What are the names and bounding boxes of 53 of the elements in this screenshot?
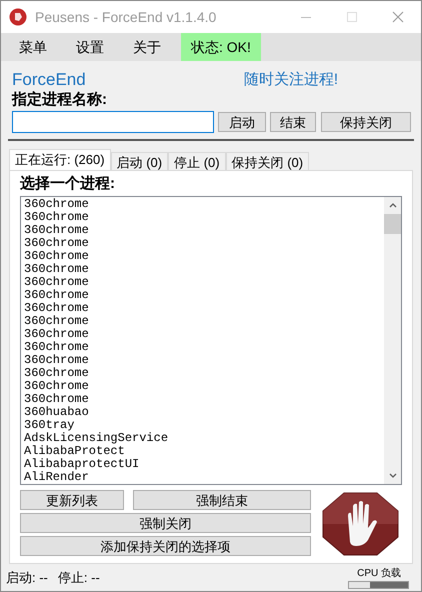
process-item[interactable]: 360chrome <box>24 198 384 211</box>
process-item[interactable]: 360chrome <box>24 315 384 328</box>
force-close-button[interactable]: 强制关闭 <box>20 513 311 533</box>
menu-item[interactable]: 菜单 <box>10 36 56 58</box>
app-icon <box>9 8 27 26</box>
process-item[interactable]: 360chrome <box>24 393 384 406</box>
process-item[interactable]: 360chrome <box>24 250 384 263</box>
menu-item[interactable]: 设置 <box>67 36 113 58</box>
status-chip: 状态: OK! <box>181 33 261 61</box>
process-item[interactable]: 360tray <box>24 419 384 432</box>
tab[interactable]: 启动 (0) <box>110 152 168 170</box>
process-item[interactable]: 360chrome <box>24 224 384 237</box>
process-item[interactable]: AlibabaProtect <box>24 445 384 458</box>
process-item[interactable]: 360chrome <box>24 237 384 250</box>
process-item[interactable]: 360chrome <box>24 328 384 341</box>
process-item[interactable]: 360chrome <box>24 367 384 380</box>
name-label: 指定进程名称: <box>12 91 108 109</box>
process-item[interactable]: AdskLicensingService <box>24 432 384 445</box>
add-keep-closed-button[interactable]: 添加保持关闭的选择项 <box>20 536 311 556</box>
name-action-button[interactable]: 结束 <box>270 112 316 132</box>
tab[interactable]: 停止 (0) <box>168 152 226 170</box>
name-action-button[interactable]: 保持关闭 <box>321 112 411 132</box>
tab[interactable]: 保持关闭 (0) <box>226 152 310 170</box>
stopped-status: 停止: -- <box>58 569 100 588</box>
process-item[interactable]: 360huabao <box>24 406 384 419</box>
close-icon[interactable] <box>392 11 404 23</box>
process-item[interactable]: AlibabaprotectUI <box>24 458 384 471</box>
process-item[interactable]: 360chrome <box>24 354 384 367</box>
window-title: Peusens - ForceEnd v1.1.4.0 <box>35 8 216 26</box>
slogan: 随时关注进程! <box>244 70 338 90</box>
process-item[interactable]: 360chrome <box>24 263 384 276</box>
list-label: 选择一个进程: <box>20 175 116 193</box>
name-action-button[interactable]: 启动 <box>218 112 266 132</box>
refresh-button[interactable]: 更新列表 <box>20 490 124 510</box>
menu-item[interactable]: 关于 <box>124 36 170 58</box>
scroll-up-icon[interactable] <box>388 203 396 208</box>
scroll-down-icon[interactable] <box>388 473 396 478</box>
process-item[interactable]: 360chrome <box>24 380 384 393</box>
process-item[interactable]: 360chrome <box>24 302 384 315</box>
process-item[interactable]: 360chrome <box>24 211 384 224</box>
app-name: ForceEnd <box>12 69 86 91</box>
cpu-label: CPU 负载 <box>357 568 401 578</box>
process-item[interactable]: 360chrome <box>24 341 384 354</box>
process-item[interactable]: 360chrome <box>24 276 384 289</box>
process-item[interactable]: AliRender <box>24 471 384 484</box>
tab[interactable]: 正在运行: (260) <box>9 149 111 170</box>
started-status: 启动: -- <box>6 569 48 588</box>
stop-hand-icon <box>322 492 399 556</box>
scroll-thumb[interactable] <box>384 214 401 234</box>
process-item[interactable]: 360chrome <box>24 289 384 302</box>
process-name-field[interactable] <box>12 111 214 133</box>
scrollbar[interactable] <box>384 197 401 484</box>
force-end-button[interactable]: 强制结束 <box>133 490 311 510</box>
